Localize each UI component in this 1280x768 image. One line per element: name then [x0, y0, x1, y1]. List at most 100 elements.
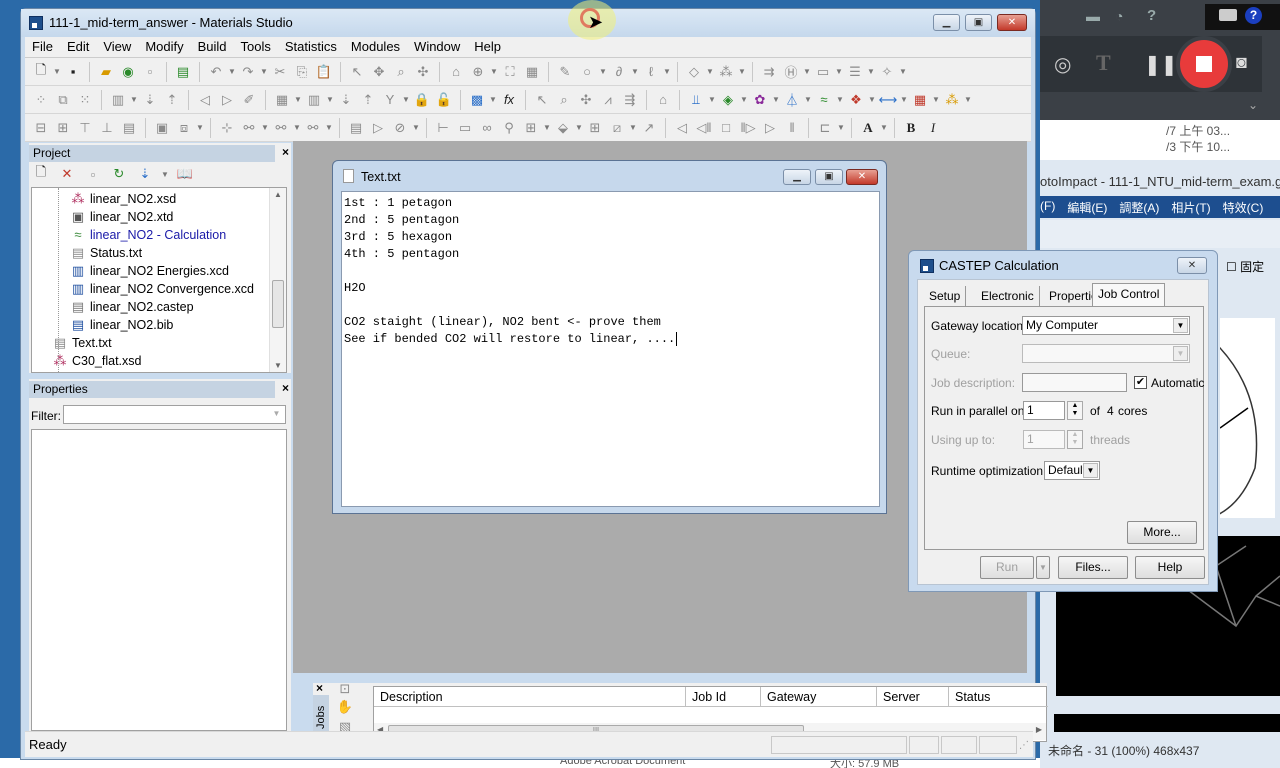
- column-description[interactable]: Description: [374, 687, 686, 707]
- minimize-button[interactable]: ▁: [783, 169, 811, 185]
- import-globe-icon[interactable]: ◉: [118, 62, 138, 82]
- dropdown-arrow-icon[interactable]: ▼: [53, 67, 61, 76]
- filter-icon[interactable]: Y: [380, 90, 400, 110]
- calculator-icon[interactable]: ▦: [272, 90, 292, 110]
- link-icon[interactable]: ∞: [477, 118, 497, 138]
- lock-icon[interactable]: 🔒: [412, 90, 432, 110]
- rotate-icon[interactable]: ✥: [369, 62, 389, 82]
- flask-icon[interactable]: ⏃: [782, 90, 802, 110]
- menu-adjust[interactable]: 調整(A): [1119, 199, 1159, 218]
- cursor-highlight-icon[interactable]: ◎: [1054, 52, 1071, 77]
- scrollbar-thumb[interactable]: [272, 280, 284, 328]
- dropdown-arrow-icon[interactable]: ▼: [1083, 463, 1098, 478]
- automatic-checkbox[interactable]: ✔: [1134, 376, 1147, 389]
- menu-edit[interactable]: 編輯(E): [1067, 199, 1107, 218]
- step-forward-icon[interactable]: ‖▷: [738, 118, 758, 138]
- sequence-icon[interactable]: ▭: [455, 118, 475, 138]
- more-button[interactable]: More...: [1127, 521, 1197, 544]
- menu-modify[interactable]: Modify: [138, 37, 190, 54]
- cell-icon[interactable]: ⧉: [53, 90, 73, 110]
- close-button[interactable]: ✕: [1177, 257, 1207, 274]
- measure-icon[interactable]: ⇉: [759, 62, 779, 82]
- bond-icon[interactable]: ⚯: [239, 118, 259, 138]
- sort-za-icon[interactable]: ⇡: [358, 90, 378, 110]
- dmol3-icon[interactable]: ✿: [750, 90, 770, 110]
- open-folder-icon[interactable]: ▰: [96, 62, 116, 82]
- next-frame-icon[interactable]: ▷: [217, 90, 237, 110]
- stop-recording-button[interactable]: [1176, 36, 1232, 92]
- queue-select[interactable]: ▼: [1022, 344, 1190, 363]
- zoom-icon[interactable]: ⌕: [391, 62, 411, 82]
- ring-icon[interactable]: ○: [577, 62, 597, 82]
- reset-view-icon[interactable]: ⌂: [446, 62, 466, 82]
- properties-icon[interactable]: ▤: [119, 118, 139, 138]
- save-icon[interactable]: ▪: [63, 62, 83, 82]
- graph-icon[interactable]: ↗: [639, 118, 659, 138]
- mesocite-icon[interactable]: ⁂: [942, 90, 962, 110]
- job-info-icon[interactable]: ⊡: [335, 679, 355, 699]
- parallel-cores-input[interactable]: 1: [1023, 401, 1065, 420]
- hbond-icon[interactable]: Ⓗ: [781, 62, 801, 82]
- filter-combobox[interactable]: ▼: [63, 405, 286, 424]
- dropdown-arrow-icon[interactable]: ▼: [1173, 346, 1188, 361]
- menu-effects[interactable]: 特效(C): [1223, 199, 1264, 218]
- close-button[interactable]: ✕: [846, 169, 878, 185]
- redo-icon[interactable]: ↷: [238, 62, 258, 82]
- runtime-optimization-select[interactable]: Default ▼: [1044, 461, 1100, 480]
- function-icon[interactable]: fx: [499, 90, 519, 110]
- translate-icon[interactable]: ✣: [413, 62, 433, 82]
- select-icon[interactable]: ↖: [532, 90, 552, 110]
- text-tool-icon[interactable]: T: [1096, 50, 1111, 76]
- add-atom-icon[interactable]: ⊹: [217, 118, 237, 138]
- folder-icon[interactable]: ▬: [1086, 8, 1100, 24]
- previous-frame-icon[interactable]: ◁: [195, 90, 215, 110]
- threads-input[interactable]: 1: [1023, 430, 1065, 449]
- insert-above-icon[interactable]: ⊤: [75, 118, 95, 138]
- castep-icon[interactable]: ◈: [718, 90, 738, 110]
- help-circle-icon[interactable]: ?: [1245, 7, 1262, 24]
- crystal-icon[interactable]: ❖: [846, 90, 866, 110]
- symmetry-icon[interactable]: ✧: [877, 62, 897, 82]
- run-button[interactable]: Run: [980, 556, 1034, 579]
- undo-icon[interactable]: ↶: [206, 62, 226, 82]
- tree-item[interactable]: ▣ linear_NO2.xtd: [70, 208, 174, 226]
- chart-icon[interactable]: ▥: [304, 90, 324, 110]
- home-icon[interactable]: ⌂: [653, 90, 673, 110]
- tree-icon[interactable]: ⊢: [433, 118, 453, 138]
- hydrogen-bond-icon[interactable]: ⚯: [303, 118, 323, 138]
- menu-photo[interactable]: 相片(T): [1171, 199, 1210, 218]
- label-icon[interactable]: ▭: [813, 62, 833, 82]
- play-icon[interactable]: ▷: [368, 118, 388, 138]
- keyboard-icon[interactable]: [1219, 9, 1237, 21]
- block-icon[interactable]: ⊞: [521, 118, 541, 138]
- center-icon[interactable]: ⊕: [468, 62, 488, 82]
- tree-item[interactable]: ▥ linear_NO2 Energies.xcd: [70, 262, 229, 280]
- pan-icon[interactable]: ✣: [576, 90, 596, 110]
- print-icon[interactable]: ▤: [173, 62, 193, 82]
- forcite-icon[interactable]: ⫫: [686, 90, 706, 110]
- menu-file[interactable]: File: [25, 37, 60, 54]
- atoms-grid-icon[interactable]: ⁘: [31, 90, 51, 110]
- sort-az-icon[interactable]: ⇣: [336, 90, 356, 110]
- new-document-icon[interactable]: 🗋: [31, 62, 51, 82]
- menu-help[interactable]: Help: [467, 37, 508, 54]
- dropdown-arrow-icon[interactable]: ▼: [1173, 318, 1188, 333]
- spectrum-icon[interactable]: ⇶: [620, 90, 640, 110]
- menu-build[interactable]: Build: [191, 37, 234, 54]
- italic-icon[interactable]: I: [923, 118, 943, 138]
- cores-spinner[interactable]: ▲ ▼: [1067, 401, 1083, 420]
- insert-column-icon[interactable]: ⊞: [53, 118, 73, 138]
- periodic-table-icon[interactable]: ▦: [910, 90, 930, 110]
- menu-modules[interactable]: Modules: [344, 37, 407, 54]
- minimize-button[interactable]: ▁: [933, 14, 960, 31]
- tab-electronic[interactable]: Electronic: [976, 286, 1040, 306]
- document-icon[interactable]: ▤: [346, 118, 366, 138]
- chain-icon[interactable]: ∂: [609, 62, 629, 82]
- column-server[interactable]: Server: [877, 687, 949, 707]
- sort-ascending-icon[interactable]: ⇣: [140, 90, 160, 110]
- cut-icon[interactable]: ✂: [270, 62, 290, 82]
- close-icon[interactable]: ×: [282, 145, 289, 159]
- fit-to-screen-icon[interactable]: ⛶: [500, 62, 520, 82]
- close-icon[interactable]: ×: [282, 381, 289, 395]
- stop-icon[interactable]: □: [716, 118, 736, 138]
